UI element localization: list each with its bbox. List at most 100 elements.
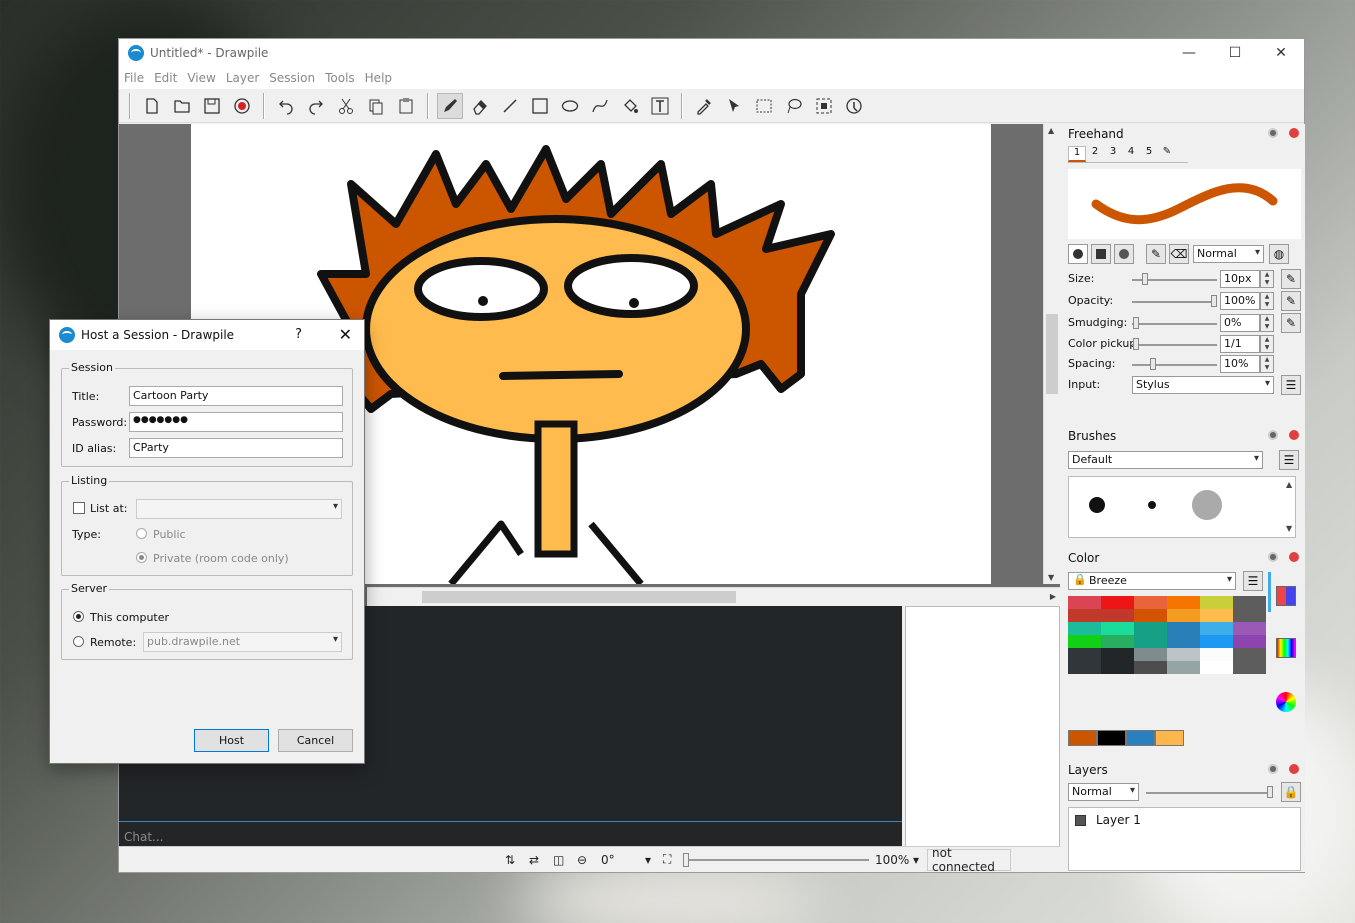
dock-float-icon[interactable]: [1268, 128, 1278, 138]
rotation-value[interactable]: 0°: [597, 849, 641, 871]
input-settings-icon[interactable]: ☰: [1281, 375, 1301, 395]
color-swatch[interactable]: [1200, 648, 1233, 661]
brush-grid[interactable]: [1068, 476, 1296, 538]
undo-icon[interactable]: [273, 93, 299, 119]
password-input[interactable]: ●●●●●●●: [129, 412, 343, 432]
color-swatch[interactable]: [1101, 609, 1134, 622]
color-swatch[interactable]: [1101, 635, 1134, 648]
color-swatch[interactable]: [1101, 622, 1134, 635]
menu-help[interactable]: Help: [365, 71, 392, 85]
brush-preset-select[interactable]: Default: [1068, 451, 1263, 469]
menu-session[interactable]: Session: [269, 71, 315, 85]
spacing-input[interactable]: 10%: [1220, 355, 1260, 373]
layer-opacity-knob[interactable]: [1267, 786, 1273, 798]
color-swatch[interactable]: [1134, 609, 1167, 622]
color-swatch[interactable]: [1200, 622, 1233, 635]
dock-close-icon[interactable]: [1289, 128, 1299, 138]
brushes-menu-icon[interactable]: ☰: [1279, 450, 1299, 470]
preset-tab-1[interactable]: 1: [1068, 146, 1086, 162]
list-server-select[interactable]: [136, 499, 342, 519]
color-swatch[interactable]: [1200, 635, 1233, 648]
pen-mode-icon[interactable]: ✎: [1146, 244, 1166, 264]
color-pickup-slider[interactable]: [1132, 344, 1217, 346]
help-icon[interactable]: ?: [295, 327, 302, 342]
brush-scroll-down-icon[interactable]: ▼: [1286, 524, 1292, 533]
private-radio[interactable]: [136, 552, 147, 563]
smudging-spin-icon[interactable]: ▲ ▼: [1260, 314, 1274, 332]
recent-colors[interactable]: [1068, 730, 1188, 746]
color-swatch[interactable]: [1200, 609, 1233, 622]
opacity-slider[interactable]: [1132, 301, 1217, 303]
preset-tab-3[interactable]: 3: [1104, 146, 1122, 162]
open-folder-icon[interactable]: [169, 93, 195, 119]
spacing-slider-knob[interactable]: [1150, 358, 1156, 370]
menu-edit[interactable]: Edit: [154, 71, 177, 85]
scroll-down-icon[interactable]: ▼: [1048, 573, 1054, 582]
color-float-icon[interactable]: [1268, 552, 1278, 562]
palette-menu-icon[interactable]: ☰: [1243, 571, 1263, 591]
color-swatch[interactable]: [1200, 596, 1233, 609]
alias-input[interactable]: CParty: [129, 438, 343, 458]
color-pickup-spin-icon[interactable]: ▲ ▼: [1260, 335, 1274, 353]
opacity-spin-icon[interactable]: ▲ ▼: [1260, 292, 1274, 310]
minimize-icon[interactable]: —: [1166, 39, 1212, 67]
mirror-horizontal-icon[interactable]: ⇄: [525, 849, 549, 871]
color-swatch[interactable]: [1068, 635, 1101, 648]
color-palette-mode-icon[interactable]: [1276, 586, 1296, 606]
maximize-icon[interactable]: ☐: [1212, 39, 1258, 67]
color-pickup-slider-knob[interactable]: [1133, 338, 1139, 350]
spacing-spin-icon[interactable]: ▲ ▼: [1260, 355, 1274, 373]
menu-view[interactable]: View: [187, 71, 215, 85]
preset-tab-5[interactable]: 5: [1140, 146, 1158, 162]
color-swatch[interactable]: [1134, 661, 1167, 674]
color-swatch[interactable]: [1233, 661, 1266, 674]
zoom-fit-status-icon[interactable]: ⛶: [659, 849, 681, 871]
save-icon[interactable]: [199, 93, 225, 119]
brush-scroll-up-icon[interactable]: ▲: [1286, 480, 1292, 489]
rectangle-tool-icon[interactable]: [527, 93, 553, 119]
scroll-right-icon[interactable]: ▶: [1050, 592, 1056, 601]
color-swatch[interactable]: [1233, 648, 1266, 661]
vertical-scroll-thumb[interactable]: [1046, 314, 1058, 394]
layer-lock-icon[interactable]: 🔒: [1281, 782, 1301, 802]
preset-tab-2[interactable]: 2: [1086, 146, 1104, 162]
input-device-select[interactable]: Stylus: [1132, 376, 1274, 394]
menu-layer[interactable]: Layer: [226, 71, 259, 85]
new-file-icon[interactable]: [139, 93, 165, 119]
color-swatch-grid[interactable]: [1068, 596, 1268, 674]
size-pressure-icon[interactable]: ✎: [1281, 269, 1301, 289]
dialog-close-icon[interactable]: ✕: [339, 325, 352, 344]
recent-color-swatch[interactable]: [1126, 730, 1155, 746]
color-swatch[interactable]: [1167, 661, 1200, 674]
host-button[interactable]: Host: [194, 729, 269, 752]
square-brush-icon[interactable]: [1091, 244, 1111, 264]
horizontal-scroll-thumb[interactable]: [422, 591, 736, 603]
color-swatch[interactable]: [1167, 596, 1200, 609]
opacity-input[interactable]: 100%: [1220, 292, 1260, 310]
color-swatch[interactable]: [1101, 661, 1134, 674]
brush-settings-icon[interactable]: ◍: [1269, 244, 1289, 264]
laser-pointer-icon[interactable]: [721, 93, 747, 119]
color-swatch[interactable]: [1233, 596, 1266, 609]
this-computer-radio[interactable]: [73, 611, 84, 622]
color-swatch[interactable]: [1167, 622, 1200, 635]
palette-select[interactable]: Breeze: [1068, 572, 1236, 590]
record-icon[interactable]: [229, 93, 255, 119]
public-radio[interactable]: [136, 528, 147, 539]
recent-color-swatch[interactable]: [1155, 730, 1184, 746]
scroll-up-icon[interactable]: ▲: [1048, 126, 1054, 135]
opacity-slider-knob[interactable]: [1211, 295, 1217, 307]
line-tool-icon[interactable]: [497, 93, 523, 119]
rotation-dropdown-icon[interactable]: ▾: [641, 849, 659, 871]
eraser-icon[interactable]: [467, 93, 493, 119]
eraser-mode-icon[interactable]: ⌫: [1169, 244, 1189, 264]
color-swatch[interactable]: [1167, 648, 1200, 661]
text-tool-icon[interactable]: [647, 93, 673, 119]
zoom-slider[interactable]: [681, 849, 871, 871]
smudging-input[interactable]: 0%: [1220, 314, 1260, 332]
canvas-vertical-scrollbar[interactable]: ▲ ▼: [1043, 124, 1060, 584]
size-input[interactable]: 10px: [1220, 270, 1260, 288]
layers-float-icon[interactable]: [1268, 764, 1278, 774]
preset-tab-eraser-icon[interactable]: ✎: [1158, 146, 1176, 162]
color-swatch[interactable]: [1068, 622, 1101, 635]
